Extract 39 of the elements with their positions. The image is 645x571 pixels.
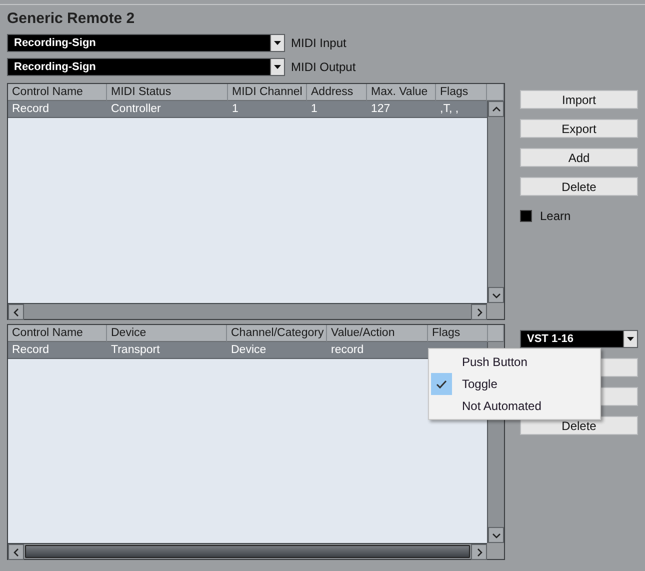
menu-item[interactable]: Not Automated [431,395,598,417]
menu-item[interactable]: Toggle [431,373,598,395]
dropdown-field[interactable]: VST 1-16 [520,330,638,348]
table-cell-text: 1 [310,102,318,117]
dropdown-field[interactable]: Recording-Sign [7,34,285,52]
table-cell-text: record [330,343,365,358]
table-cell-text: Device [230,343,268,358]
checkmark-icon [436,380,447,388]
checkbox-label: Learn [540,209,571,223]
field-label: MIDI Input [291,36,346,50]
scrollbar-corner [487,543,504,559]
scroll-left-icon [12,548,20,556]
scroll-down-icon [492,290,500,300]
caret-icon [274,41,281,45]
table-cell-text: 127 [370,102,392,117]
action-button[interactable]: Delete [520,177,638,196]
scrollbar-thumb[interactable] [25,545,470,558]
table-cell-text: Record [11,343,50,358]
caret-icon [627,337,634,341]
action-button[interactable]: Import [520,90,638,109]
table-cell-text: 1 [231,102,240,117]
scroll-right-icon [474,308,484,316]
learn-checkbox[interactable] [520,210,532,222]
field-label: MIDI Output [291,60,356,74]
table-cell-text: Transport [110,343,161,358]
caret-icon [274,65,281,69]
table-row[interactable]: Record Controller 1 1 127 ,T, , [8,101,487,118]
action-button[interactable]: Add [520,148,638,167]
table-cell-text: ,T, , [439,102,460,117]
scroll-left-icon [12,308,20,316]
scroll-right-icon [474,548,484,556]
table-cell-text: Controller [110,102,162,117]
scrollbar-corner [487,303,504,319]
action-button[interactable]: Export [520,119,638,138]
scroll-up-icon [492,104,500,114]
table-cell-text: Record [11,102,50,117]
dropdown-field[interactable]: Recording-Sign [7,58,285,76]
scroll-down-icon [492,530,500,540]
panel-title: Generic Remote 2 [6,9,135,28]
